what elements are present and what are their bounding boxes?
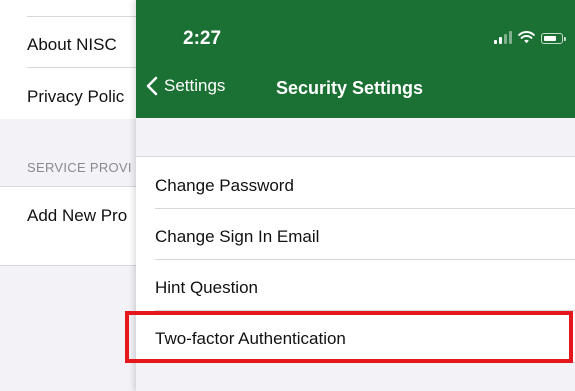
wifi-icon [518, 31, 535, 44]
back-button-label: Settings [164, 76, 226, 95]
list-item-label: Change Password [155, 175, 294, 195]
background-item-privacy-policy[interactable]: Privacy Polic [27, 87, 124, 107]
list-item-change-sign-in-email[interactable]: Change Sign In Email [136, 211, 575, 262]
list-divider [155, 208, 575, 209]
signal-icon [494, 31, 512, 44]
background-item-add-new-provider[interactable]: Add New Pro [27, 206, 127, 226]
chevron-left-icon [146, 76, 158, 96]
status-time: 2:27 [183, 28, 222, 49]
status-icons [494, 31, 566, 44]
list-item-two-factor-authentication[interactable]: Two-factor Authentication [136, 313, 575, 364]
battery-icon [541, 33, 566, 44]
list-item-hint-question[interactable]: Hint Question [136, 262, 575, 313]
security-settings-panel: 2:27 Settings Security Settings Change P… [136, 0, 575, 391]
list-divider [155, 259, 575, 260]
list-item-label: Two-factor Authentication [155, 328, 346, 348]
list-item-label: Change Sign In Email [155, 226, 320, 246]
list-divider [155, 310, 575, 311]
page-title: Security Settings [276, 78, 424, 98]
background-section-header: SERVICE PROVI [27, 160, 132, 175]
list-item-change-password[interactable]: Change Password [136, 160, 575, 211]
navigation-bar: 2:27 Settings Security Settings [136, 0, 575, 118]
background-item-about-nisc[interactable]: About NISC [27, 35, 117, 55]
security-settings-list: Change Password Change Sign In Email Hin… [136, 156, 575, 363]
back-button[interactable]: Settings [146, 76, 225, 96]
list-item-label: Hint Question [155, 277, 258, 297]
